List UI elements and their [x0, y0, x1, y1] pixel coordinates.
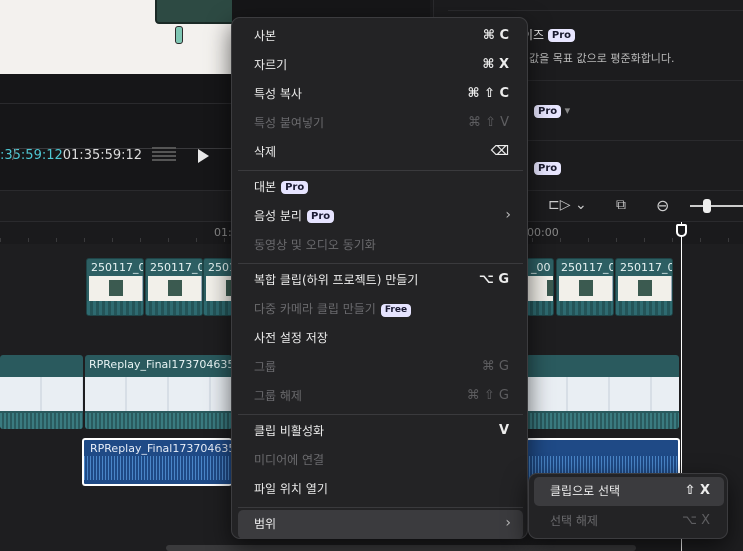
chevron-right-icon: › [505, 207, 511, 223]
split-icon[interactable]: ⊏▷ ⌄ [548, 197, 587, 213]
range-submenu: 클립으로 선택 ⇧ X 선택 해제 ⌥ X [528, 473, 728, 539]
timeline-scrollbar[interactable] [166, 545, 636, 551]
menu-item-copy[interactable]: 사본 ⌘ C [238, 22, 523, 51]
chevron-down-icon: ▾ [564, 104, 571, 117]
chevron-right-icon: › [505, 515, 511, 531]
video-clip[interactable]: 250117_00 [203, 258, 233, 316]
timecode: :35:59:12/01:35:59:12 [0, 148, 297, 163]
submenu-item-select-clip[interactable]: 클립으로 선택 ⇧ X [534, 477, 724, 506]
menu-item-delete[interactable]: 삭제 ⌫ [238, 138, 523, 167]
video-clip[interactable]: 250117_00 [556, 258, 614, 316]
menu-item-range[interactable]: 범위 › [238, 510, 523, 539]
pro-badge: Pro [547, 29, 576, 42]
total-timecode: 01:35:59:12 [62, 148, 143, 163]
zoom-slider-knob[interactable] [703, 199, 711, 213]
context-menu: 사본 ⌘ C 자르기 ⌘ X 특성 복사 ⌘ ⇧ C 특성 붙여넣기 ⌘ ⇧ V 삭제 ⌫… [231, 17, 528, 539]
menu-separator [238, 263, 523, 264]
menu-item-save-preset[interactable]: 사전 설정 저장 [238, 324, 523, 353]
menu-item-sync-av: 동영상 및 오디오 동기화 [254, 238, 376, 252]
recording-clip[interactable]: RPReplay_Final1737046350 [85, 355, 232, 429]
video-clip[interactable]: 250117_00 [86, 258, 144, 316]
pro-badge: Pro [306, 210, 335, 223]
ruler-label: 01: [214, 226, 232, 239]
pro-badge-2: Pro [534, 161, 562, 175]
menu-item-link-media: 미디어에 연결 [254, 453, 325, 467]
menu-item-create-compound-clip[interactable]: 복합 클립(하위 프로젝트) 만들기 ⌥ G [238, 266, 523, 295]
menu-item-paste-attributes: 특성 붙여넣기 ⌘ ⇧ V [254, 115, 509, 130]
menu-separator [238, 507, 523, 508]
menu-item-cut[interactable]: 자르기 ⌘ X [238, 51, 523, 80]
play-icon[interactable] [198, 149, 209, 163]
feature-title: 이즈 Pro [522, 26, 576, 43]
menu-item-reveal-file[interactable]: 파일 위치 열기 [238, 475, 523, 504]
video-clip[interactable]: 250117_00 [615, 258, 673, 316]
menu-item-ungroup: 그룹 해제 ⌘ ⇧ G [254, 388, 509, 403]
playhead-handle[interactable] [676, 224, 687, 237]
pro-badge: Pro [281, 181, 309, 194]
divider [448, 10, 743, 11]
current-timecode: :35:59:12 [0, 148, 63, 163]
free-badge: Free [380, 304, 412, 317]
audio-meter-icon[interactable] [152, 147, 176, 163]
selected-audio-clip[interactable]: RPReplay_Final1737046350 [82, 438, 232, 486]
recording-clip[interactable] [0, 355, 83, 429]
submenu-item-deselect: 선택 해제 ⌥ X [550, 513, 710, 528]
recording-clip[interactable] [526, 355, 679, 429]
menu-item-copy-attributes[interactable]: 특성 복사 ⌘ ⇧ C [238, 80, 523, 109]
menu-item-transcript[interactable]: 대본 Pro [238, 173, 523, 202]
menu-item-voice-isolation[interactable]: 음성 분리 Pro › [238, 202, 523, 231]
video-clip[interactable]: _00 [526, 258, 554, 316]
menu-separator [238, 170, 523, 171]
preview-zoom-icon[interactable]: ⧉ [616, 197, 626, 213]
menu-item-group: 그룹 ⌘ G [254, 359, 509, 374]
video-clip[interactable]: 250117_00 [145, 258, 203, 316]
pro-dropdown[interactable]: Pro ▾ [534, 104, 570, 118]
preview-illustration [155, 0, 232, 44]
feature-description: 값을 목표 값으로 평준화합니다. [529, 52, 675, 65]
delete-key-icon: ⌫ [490, 144, 509, 159]
menu-item-disable-clip[interactable]: 클립 비활성화 V [238, 417, 523, 446]
zoom-slider[interactable] [690, 205, 743, 207]
zoom-out-icon[interactable]: ⊖ [656, 196, 669, 215]
video-preview[interactable] [0, 0, 232, 74]
ruler-label: 00:00 [527, 226, 559, 239]
menu-item-create-multicam: 다중 카메라 클립 만들기 Free [238, 295, 523, 324]
menu-separator [238, 414, 523, 415]
